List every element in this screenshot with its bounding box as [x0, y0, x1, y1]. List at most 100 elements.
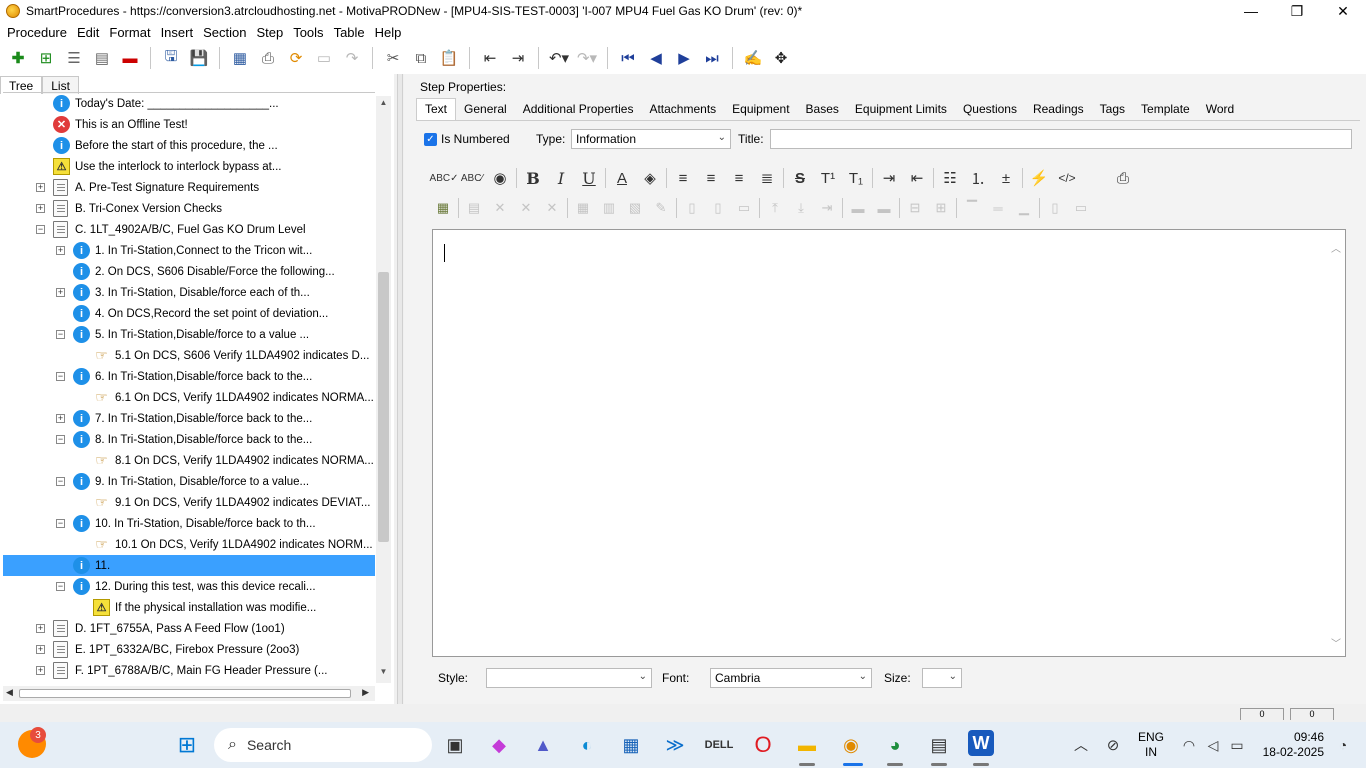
- chrome-icon[interactable]: ◕: [880, 730, 910, 760]
- scrollbar-thumb[interactable]: [378, 272, 389, 542]
- style-select[interactable]: ⌄: [486, 668, 652, 688]
- delete-rows-icon[interactable]: ⇥: [814, 196, 840, 220]
- panel-splitter[interactable]: [397, 74, 403, 704]
- tree-item[interactable]: i 4. On DCS,Record the set point of devia…: [3, 303, 375, 324]
- tree-item[interactable]: ☞ 9.1 On DCS, Verify 1LDA4902 indicates D…: [3, 492, 375, 513]
- add-icon[interactable]: ✚: [4, 45, 32, 71]
- outdent-icon[interactable]: ⇤: [476, 45, 504, 71]
- scroll-right-icon[interactable]: ▶: [362, 687, 369, 698]
- tree-item[interactable]: − i 9. In Tri-Station, Disable/force to a …: [3, 471, 375, 492]
- delete-row-icon[interactable]: ✕: [513, 196, 539, 220]
- menu-insert[interactable]: Insert: [156, 25, 199, 40]
- title-input[interactable]: [770, 129, 1352, 149]
- italic-icon[interactable]: I: [547, 166, 575, 190]
- insert-row-icon[interactable]: ▭: [731, 196, 757, 220]
- tree-item[interactable]: ☞ 6.1 On DCS, Verify 1LDA4902 indicates N…: [3, 387, 375, 408]
- insert-column-right-icon[interactable]: ▯: [705, 196, 731, 220]
- tab-equipment-limits[interactable]: Equipment Limits: [847, 99, 955, 120]
- row-height-icon[interactable]: ▭: [1068, 196, 1094, 220]
- printer-icon[interactable]: ⎙: [1109, 166, 1137, 190]
- first-icon[interactable]: ⏮: [614, 45, 642, 71]
- edit-cell-icon[interactable]: ✎: [648, 196, 674, 220]
- tree-item[interactable]: +G. Post-Test Signature...: [3, 681, 375, 682]
- collapse-icon[interactable]: −: [36, 225, 45, 234]
- increase-indent-icon[interactable]: ⇥: [875, 166, 903, 190]
- copilot-icon[interactable]: ◆: [484, 730, 514, 760]
- size-select[interactable]: ⌄: [922, 668, 962, 688]
- collapse-icon[interactable]: −: [56, 582, 65, 591]
- collapse-icon[interactable]: −: [56, 330, 65, 339]
- merge-cells-icon[interactable]: ▬: [845, 196, 871, 220]
- tab-readings[interactable]: Readings: [1025, 99, 1092, 120]
- teams-icon[interactable]: ▲: [528, 730, 558, 760]
- bullet-list-icon[interactable]: ☷: [936, 166, 964, 190]
- last-icon[interactable]: ⏭: [698, 45, 726, 71]
- copy-icon[interactable]: ⧉: [407, 45, 435, 71]
- cell-properties-icon[interactable]: ▦: [570, 196, 596, 220]
- align-bottom-icon[interactable]: ▁: [1011, 196, 1037, 220]
- redo-step-icon[interactable]: ↷: [338, 45, 366, 71]
- strikethrough-icon[interactable]: S: [786, 166, 814, 190]
- fill-color-icon[interactable]: ◈: [636, 166, 664, 190]
- scroll-left-icon[interactable]: ◀: [6, 687, 13, 698]
- tree-item[interactable]: i Today's Date: ___________________...: [3, 93, 375, 114]
- collapse-icon[interactable]: −: [56, 477, 65, 486]
- table-properties-icon[interactable]: ▤: [461, 196, 487, 220]
- align-right-icon[interactable]: ≡: [725, 166, 753, 190]
- opera-icon[interactable]: O: [748, 730, 778, 760]
- tab-word[interactable]: Word: [1198, 99, 1242, 120]
- tree-item[interactable]: − i 5. In Tri-Station,Disable/force to a v…: [3, 324, 375, 345]
- tree-item[interactable]: + i 7. In Tri-Station,Disable/force back t…: [3, 408, 375, 429]
- tree-item[interactable]: + i 3. In Tri-Station, Disable/force each …: [3, 282, 375, 303]
- expand-icon[interactable]: +: [36, 666, 45, 675]
- expand-icon[interactable]: +: [36, 624, 45, 633]
- menu-section[interactable]: Section: [198, 25, 251, 40]
- language-indicator[interactable]: ENG IN: [1138, 730, 1164, 760]
- outline-icon[interactable]: ▤: [88, 45, 116, 71]
- font-color-icon[interactable]: A: [608, 166, 636, 190]
- magic-wand-icon[interactable]: ⚡: [1025, 166, 1053, 190]
- expand-icon[interactable]: +: [56, 288, 65, 297]
- battery-icon[interactable]: ▭: [1222, 730, 1252, 760]
- expand-icon[interactable]: +: [36, 183, 45, 192]
- next-icon[interactable]: ▶: [670, 45, 698, 71]
- tree-item[interactable]: + A. Pre-Test Signature Requirements: [3, 177, 375, 198]
- bold-icon[interactable]: B: [519, 166, 547, 190]
- export-icon[interactable]: ▦: [226, 45, 254, 71]
- taskbar-search-box[interactable]: ⌕ Search: [214, 728, 432, 762]
- scroll-up-icon[interactable]: ︿: [1331, 240, 1341, 255]
- menu-tools[interactable]: Tools: [288, 25, 328, 40]
- split-horizontal-icon[interactable]: ⊟: [902, 196, 928, 220]
- subscript-icon[interactable]: T₁: [842, 166, 870, 190]
- network-status-icon[interactable]: ⊘: [1098, 730, 1128, 760]
- expand-icon[interactable]: +: [56, 414, 65, 423]
- tree-item[interactable]: − i 12. During this test, was this device …: [3, 576, 375, 597]
- align-middle-icon[interactable]: ═: [985, 196, 1011, 220]
- move-icon[interactable]: ✥: [767, 45, 795, 71]
- tab-questions[interactable]: Questions: [955, 99, 1025, 120]
- font-select[interactable]: Cambria ⌄: [710, 668, 872, 688]
- editor-scrollbar[interactable]: ︿ ﹀: [1329, 230, 1345, 656]
- menu-table[interactable]: Table: [329, 25, 370, 40]
- split-cells-icon[interactable]: ▬: [871, 196, 897, 220]
- tab-template[interactable]: Template: [1133, 99, 1198, 120]
- scroll-up-icon[interactable]: ▲: [376, 98, 391, 112]
- smartprocedures-icon[interactable]: ◉: [836, 730, 866, 760]
- undo-icon[interactable]: ↶▾: [545, 45, 573, 71]
- tree-item[interactable]: − i 8. In Tri-Station,Disable/force back t…: [3, 429, 375, 450]
- card-icon[interactable]: ▭: [310, 45, 338, 71]
- file-explorer-icon[interactable]: ▬: [792, 730, 822, 760]
- menu-step[interactable]: Step: [251, 25, 288, 40]
- notification-bell-icon[interactable]: ◔: [1328, 730, 1358, 760]
- indent-list-icon[interactable]: ☰: [60, 45, 88, 71]
- insert-row-above-icon[interactable]: ⤒: [762, 196, 788, 220]
- restore-button[interactable]: ❐: [1274, 0, 1320, 22]
- tab-additional-properties[interactable]: Additional Properties: [515, 99, 642, 120]
- menu-format[interactable]: Format: [104, 25, 155, 40]
- save-icon[interactable]: 💾: [185, 45, 213, 71]
- spellcheck-icon[interactable]: ABC✓: [430, 166, 459, 190]
- tree-item[interactable]: ☞ 5.1 On DCS, S606 Verify 1LDA4902 indica…: [3, 345, 375, 366]
- power-automate-icon[interactable]: ≫: [660, 730, 690, 760]
- decrease-indent-icon[interactable]: ⇤: [903, 166, 931, 190]
- numbered-list-icon[interactable]: ⒈: [964, 166, 992, 190]
